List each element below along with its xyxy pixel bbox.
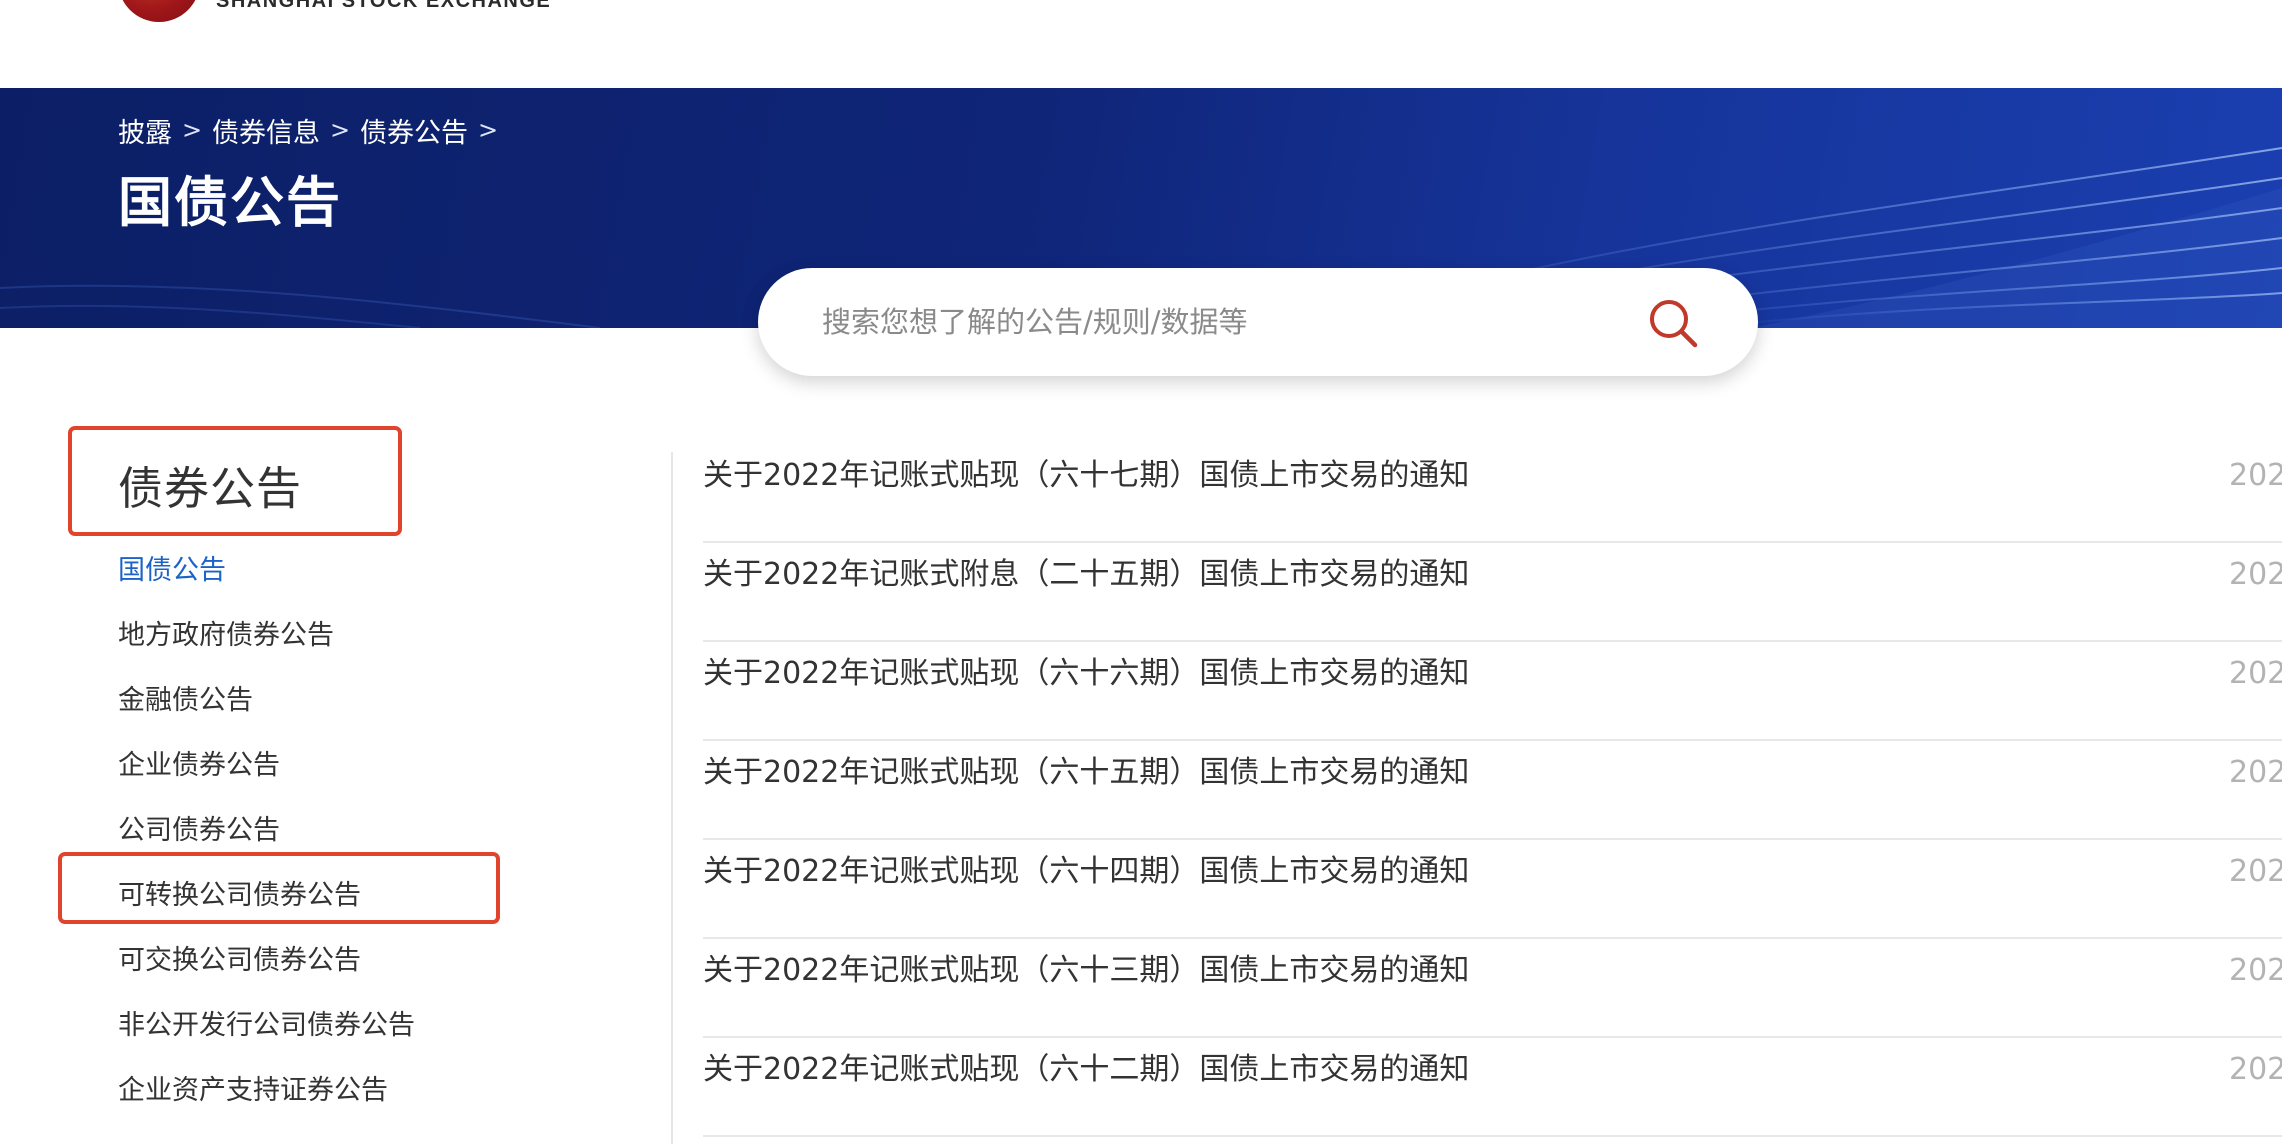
search-icon[interactable] (1646, 296, 1700, 350)
search-bar (758, 268, 1758, 376)
notice-title-link[interactable]: 关于2022年记账式贴现（六十二期）国债上市交易的通知 (703, 1038, 1469, 1102)
notice-date: 202 (2229, 458, 2282, 493)
site-header: SHANGHAI STOCK EXCHANGE (0, 0, 2282, 88)
breadcrumb-separator: > (181, 116, 203, 144)
sidebar-item-treasury-bonds[interactable]: 国债公告 (118, 538, 618, 603)
sidebar-item-exchangeable-bonds[interactable]: 可交换公司债券公告 (118, 928, 618, 993)
sidebar-item-enterprise-bonds[interactable]: 企业债券公告 (118, 733, 618, 798)
sidebar-item-asset-backed-securities[interactable]: 企业资产支持证券公告 (118, 1058, 618, 1123)
notice-date: 202 (2229, 953, 2282, 988)
notice-row: 关于2022年记账式贴现（六十六期）国债上市交易的通知 202 (703, 642, 2282, 741)
notice-title-link[interactable]: 关于2022年记账式贴现（六十七期）国债上市交易的通知 (703, 444, 1469, 508)
notice-date: 202 (2229, 755, 2282, 790)
breadcrumb-separator: > (329, 116, 351, 144)
breadcrumb-item-bond-info[interactable]: 债券信息 (212, 111, 320, 150)
highlight-box-sidebar-title (68, 426, 402, 536)
notice-row: 关于2022年记账式贴现（六十三期）国债上市交易的通知 202 (703, 939, 2282, 1038)
notice-date: 202 (2229, 557, 2282, 592)
breadcrumb-item-bond-announcements[interactable]: 债券公告 (360, 111, 468, 150)
notice-title-link[interactable]: 关于2022年记账式贴现（六十三期）国债上市交易的通知 (703, 939, 1469, 1003)
highlight-box-convertible-bonds (58, 852, 500, 924)
notice-list: 关于2022年记账式贴现（六十七期）国债上市交易的通知 202 关于2022年记… (703, 444, 2282, 1137)
notice-row: 关于2022年记账式贴现（六十二期）国债上市交易的通知 202 (703, 1038, 2282, 1137)
notice-title-link[interactable]: 关于2022年记账式贴现（六十五期）国债上市交易的通知 (703, 741, 1469, 805)
vertical-divider (671, 452, 673, 1144)
notice-title-link[interactable]: 关于2022年记账式附息（二十五期）国债上市交易的通知 (703, 543, 1469, 607)
sidebar-item-local-government-bonds[interactable]: 地方政府债券公告 (118, 603, 618, 668)
sidebar-nav: 国债公告 地方政府债券公告 金融债公告 企业债券公告 公司债券公告 可转换公司债… (118, 538, 618, 1123)
breadcrumb-separator: > (477, 116, 499, 144)
sidebar-item-private-placement-bonds[interactable]: 非公开发行公司债券公告 (118, 993, 618, 1058)
breadcrumb: 披露 > 债券信息 > 债券公告 > (118, 110, 508, 150)
notice-date: 202 (2229, 1052, 2282, 1087)
notice-row: 关于2022年记账式贴现（六十七期）国债上市交易的通知 202 (703, 444, 2282, 543)
notice-date: 202 (2229, 854, 2282, 889)
logo-english-name: SHANGHAI STOCK EXCHANGE (216, 0, 552, 12)
notice-row: 关于2022年记账式贴现（六十五期）国债上市交易的通知 202 (703, 741, 2282, 840)
notice-title-link[interactable]: 关于2022年记账式贴现（六十四期）国债上市交易的通知 (703, 840, 1469, 904)
notice-row: 关于2022年记账式附息（二十五期）国债上市交易的通知 202 (703, 543, 2282, 642)
breadcrumb-item-disclosure[interactable]: 披露 (118, 111, 172, 150)
notice-title-link[interactable]: 关于2022年记账式贴现（六十六期）国债上市交易的通知 (703, 642, 1469, 706)
page-title: 国债公告 (118, 171, 342, 234)
search-input[interactable] (822, 298, 1622, 346)
sidebar-item-financial-bonds[interactable]: 金融债公告 (118, 668, 618, 733)
notice-row: 关于2022年记账式贴现（六十四期）国债上市交易的通知 202 (703, 840, 2282, 939)
notice-date: 202 (2229, 656, 2282, 691)
exchange-logo[interactable] (118, 0, 200, 22)
